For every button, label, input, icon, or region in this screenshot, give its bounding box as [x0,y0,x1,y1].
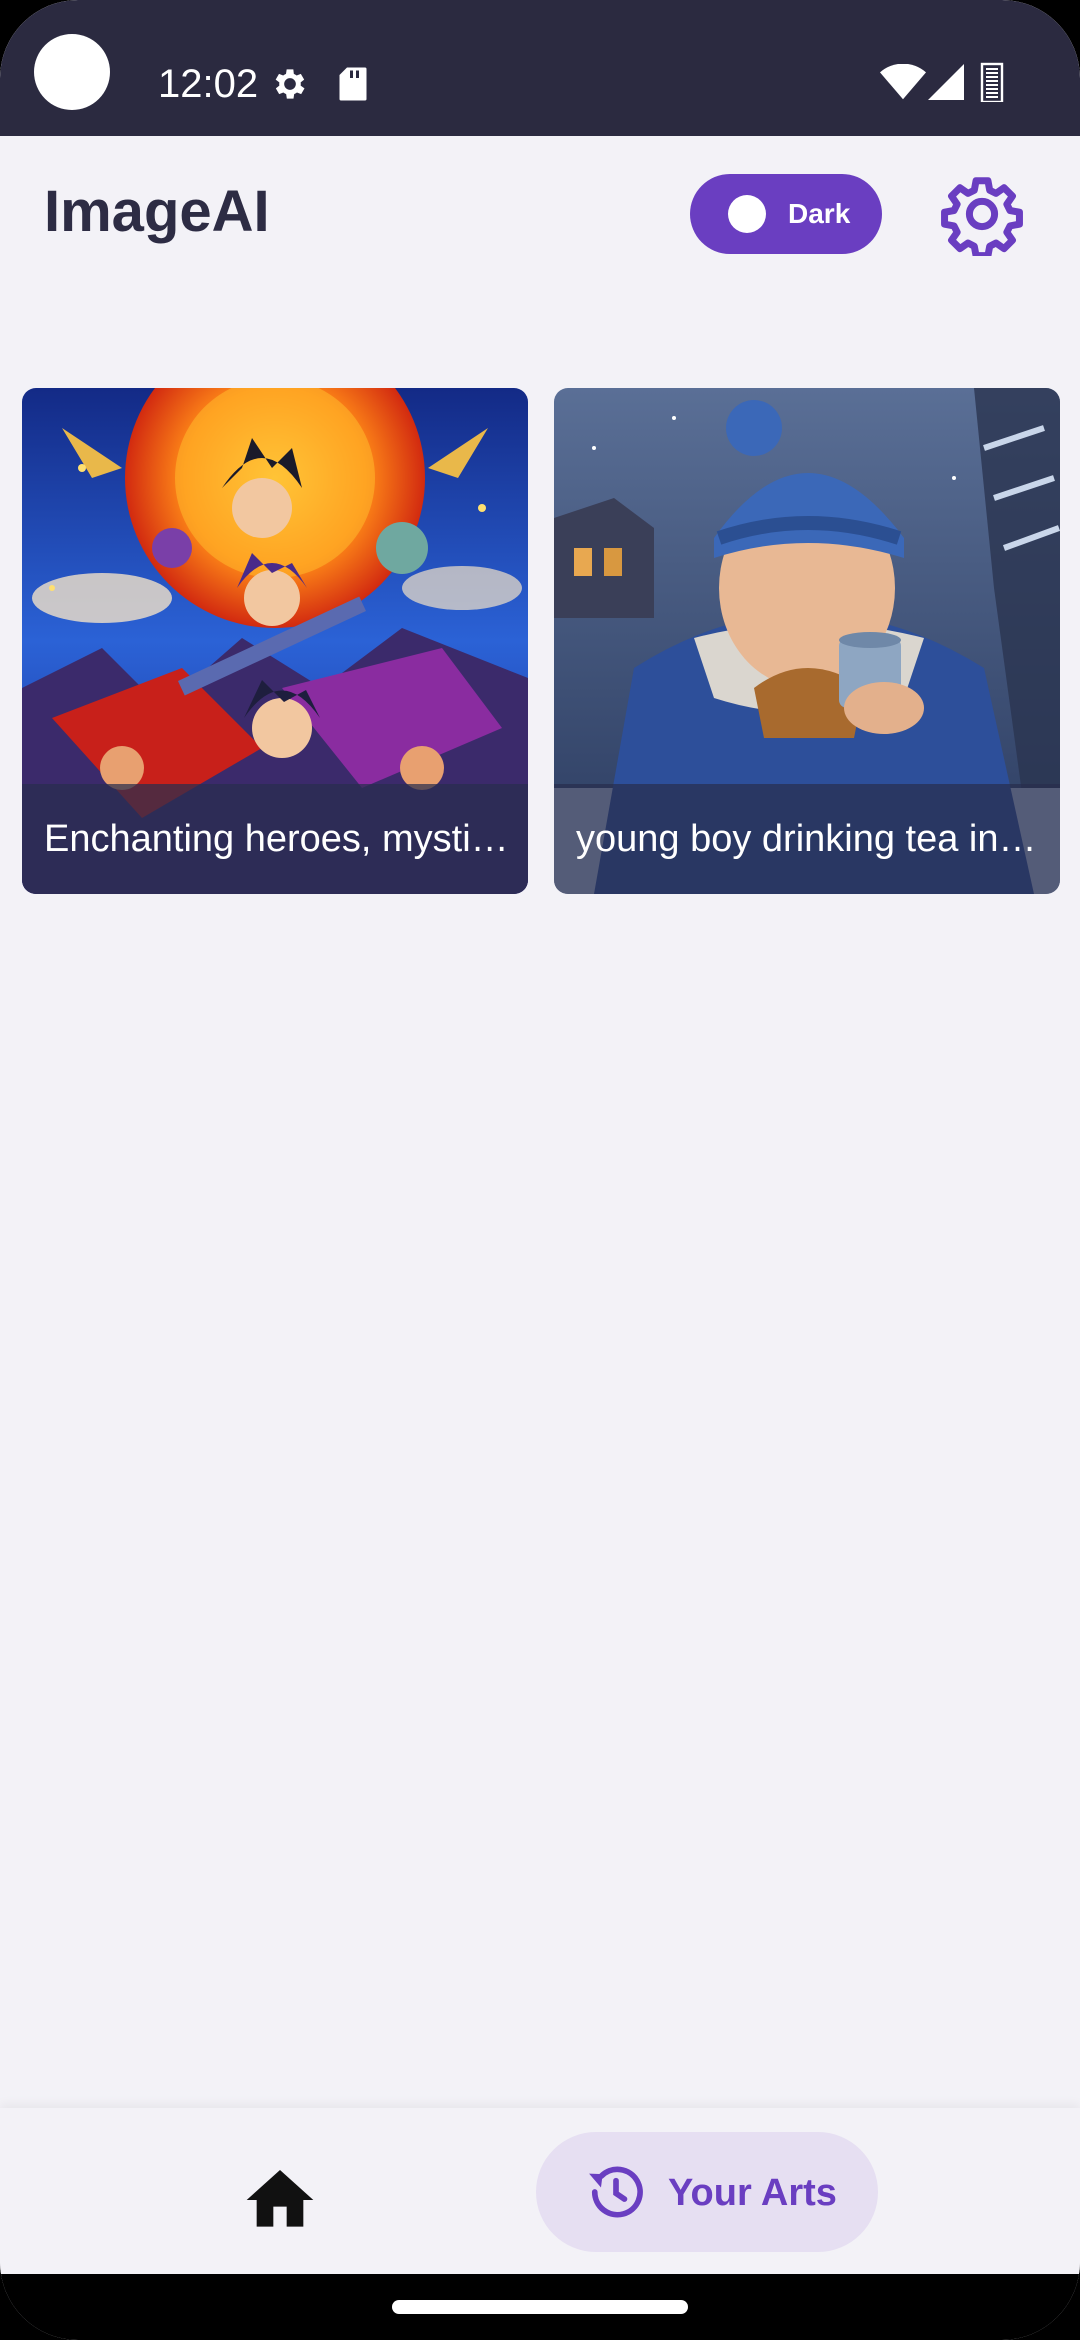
bottom-navigation: Your Arts [0,2108,1080,2274]
toggle-label: Dark [788,198,851,229]
art-card[interactable]: Enchanting heroes, mysti… [22,388,528,894]
card-caption: young boy drinking tea in… [554,784,1060,894]
dark-mode-toggle[interactable]: Dark [690,174,882,254]
card-caption-text: young boy drinking tea in… [576,818,1037,860]
status-bar: 12:02 [0,0,1080,136]
sd-card-icon [339,67,367,101]
cell-signal-icon [928,64,964,100]
battery-icon [980,62,1004,102]
wifi-icon [880,64,926,100]
card-caption-text: Enchanting heroes, mysti… [44,818,509,860]
app-screen: 12:02 ImageAI Dark Enchanting heroes, my… [0,0,1080,2340]
settings-gear-icon [275,69,305,99]
gesture-navigation-area [0,2274,1080,2340]
card-caption: Enchanting heroes, mysti… [22,784,528,894]
home-indicator[interactable] [392,2300,688,2314]
gear-icon[interactable] [940,172,1024,256]
camera-cutout [34,34,110,110]
your-arts-label: Your Arts [668,2172,837,2214]
history-icon [589,2166,643,2218]
home-icon[interactable] [240,2160,320,2240]
your-arts-tab[interactable]: Your Arts [536,2132,878,2252]
toggle-knob [728,195,766,233]
art-card[interactable]: young boy drinking tea in… [554,388,1060,894]
status-time: 12:02 [158,62,259,106]
app-title: ImageAI [44,179,270,244]
